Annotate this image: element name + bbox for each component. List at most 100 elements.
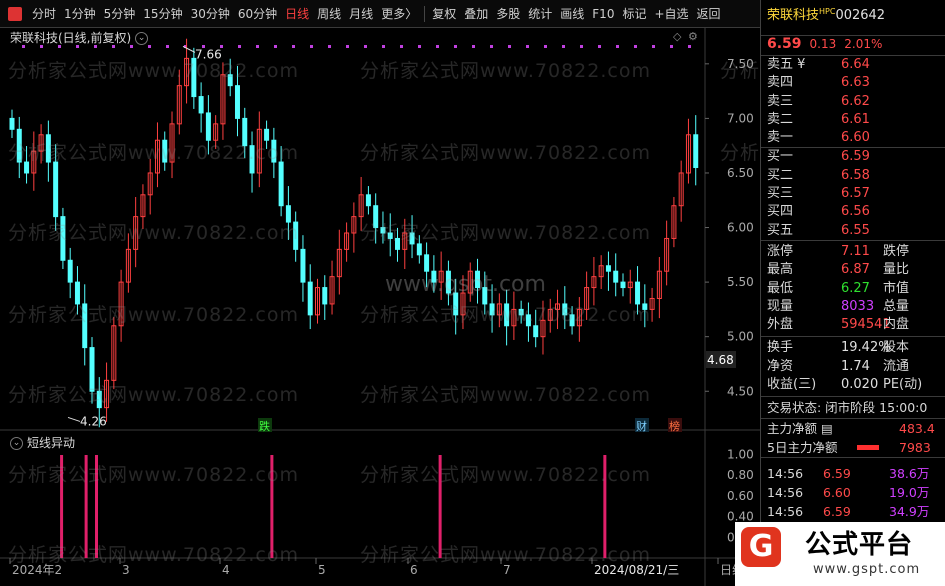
toolbar-item[interactable]: 标记: [618, 0, 650, 28]
price-change: 0.13: [809, 37, 837, 51]
toolbar-item[interactable]: 60分钟: [234, 0, 281, 28]
x-tick-label: 7: [503, 563, 511, 577]
toolbar-item[interactable]: 5分钟: [100, 0, 140, 28]
candle-body: [24, 161, 30, 174]
toolbar-separator: [424, 5, 426, 22]
indicator-bar: [60, 455, 64, 558]
signal-dot: [436, 45, 439, 48]
row-label: 卖三: [767, 93, 794, 109]
candle-body: [489, 303, 495, 316]
candle-body: [453, 292, 459, 316]
row-value: 6.63: [841, 75, 870, 91]
y-tick-label: 5.00: [727, 330, 754, 344]
quote-row: 最低 6.27 市值: [761, 280, 945, 298]
row-label: 净资: [767, 358, 794, 374]
signal-bang: 榜: [669, 419, 680, 433]
signal-dot: [346, 45, 349, 48]
toolbar-item[interactable]: 统计: [524, 0, 556, 28]
stock-name[interactable]: 荣联科技: [767, 8, 819, 23]
bid-book: 买一 6.59 买二 6.58 买三 6.57 买四 6.56 买五 6.55: [761, 148, 945, 241]
toolbar-item[interactable]: 分时: [28, 0, 60, 28]
quote-row: 买二 6.58: [761, 167, 945, 185]
ind-tick-label: 0.80: [727, 468, 754, 482]
gspt-badge: G 公式平台 www.gspt.com: [735, 522, 945, 586]
flow-bar: [857, 445, 879, 451]
toolbar-item[interactable]: 画线: [556, 0, 588, 28]
row-label-2: PE(动): [883, 377, 923, 393]
candle-body: [693, 134, 699, 169]
candle-body: [569, 314, 575, 327]
indicator-bar: [84, 455, 88, 558]
x-tick-label: 3: [122, 563, 130, 577]
chart-area[interactable]: 7.50 7.00 6.50 6.00 5.50 5.00 4.50 1.00 0.80 0.60…: [0, 28, 760, 586]
toolbar-item[interactable]: 周线: [313, 0, 345, 28]
x-tick-label: 5: [318, 563, 326, 577]
badge-title: 公式平台: [805, 530, 914, 560]
toolbar-item[interactable]: 15分钟: [139, 0, 186, 28]
toolbar-item[interactable]: 多股: [492, 0, 524, 28]
quote-row: 卖二 6.61: [761, 111, 945, 129]
signal-dot: [148, 45, 151, 48]
fund-flow: 主力净额 ▤ 483.4 5日主力净额 7983: [761, 419, 945, 459]
candle-body: [562, 303, 568, 316]
signal-dot: [328, 45, 331, 48]
chevron-down-icon[interactable]: ⌄: [135, 32, 149, 45]
row-label: 最高: [767, 262, 794, 278]
candle-body: [409, 232, 415, 245]
candle-body: [60, 216, 66, 261]
toolbar-item[interactable]: 30分钟: [187, 0, 234, 28]
y-tick-label: 7.00: [727, 111, 754, 125]
row-value: 1.74: [841, 358, 870, 374]
row-value: 6.62: [841, 93, 870, 109]
toolbar-item[interactable]: 更多〉: [377, 0, 421, 28]
candle-body: [198, 96, 204, 114]
toolbar-item[interactable]: 复权: [428, 0, 460, 28]
candle-body: [9, 117, 15, 130]
y-tick-label: 6.00: [727, 221, 754, 235]
price-row: 6.59 0.13 2.01%: [761, 36, 945, 56]
signal-dot: [418, 45, 421, 48]
tick-price: 6.59: [823, 504, 851, 520]
indicator-title-text: 短线异动: [27, 436, 76, 450]
candle-body: [620, 281, 626, 289]
flow-label: 主力净额 ▤: [767, 421, 833, 437]
toolbar-item[interactable]: 叠加: [460, 0, 492, 28]
row-value: 6.59: [841, 149, 870, 165]
candle-body: [416, 243, 422, 256]
row-label: 换手: [767, 340, 794, 356]
quote-row: 最高 6.87 量比: [761, 261, 945, 279]
toolbar-item[interactable]: 1分钟: [60, 0, 100, 28]
ask-book: 卖五 ¥ 6.64 卖四 6.63 卖三 6.62 卖二 6.61 卖一 6.60: [761, 56, 945, 149]
candle-body: [74, 281, 80, 305]
tick-list: 14:56 6.59 38.6万 14:56 6.60 19.0万 14:56 6.59 34.…: [761, 458, 945, 521]
gspt-logo: G: [741, 527, 781, 567]
candle-body: [45, 134, 51, 163]
candle-body: [205, 112, 211, 141]
candle-body: [82, 303, 88, 349]
candle-body: [518, 308, 524, 316]
signal-dot: [454, 45, 457, 48]
candle-body: [431, 270, 437, 283]
y-tick-label: 4.50: [727, 384, 754, 398]
row-label: 收益(三): [767, 377, 817, 393]
candle-body: [482, 287, 488, 305]
indicator-title: ⌄ 短线异动: [10, 434, 75, 451]
quote-row: 外盘 594541 内盘: [761, 316, 945, 334]
candle-body: [387, 232, 393, 239]
candle-body: [227, 74, 233, 87]
hp-tag: HPC: [819, 7, 836, 16]
indicator-bar: [95, 455, 98, 558]
row-label: 外盘: [767, 317, 794, 333]
row-label: 涨停: [767, 243, 794, 259]
toolbar-item[interactable]: 日线: [281, 0, 313, 28]
toolbar-item[interactable]: F10: [588, 0, 618, 28]
tick-row: 14:56 6.59 38.6万: [761, 464, 945, 483]
toolbar-item[interactable]: 返回: [693, 0, 725, 28]
app-menu-icon[interactable]: [8, 6, 22, 21]
row-label: 卖一: [767, 130, 794, 146]
chevron-down-icon[interactable]: ⌄: [10, 437, 23, 450]
toolbar-item[interactable]: +自选: [650, 0, 692, 28]
toolbar-item[interactable]: 月线: [345, 0, 377, 28]
kline-chart[interactable]: 7.50 7.00 6.50 6.00 5.50 5.00 4.50 1.00 0.80 0.60…: [0, 28, 760, 586]
candle-body: [373, 205, 379, 229]
